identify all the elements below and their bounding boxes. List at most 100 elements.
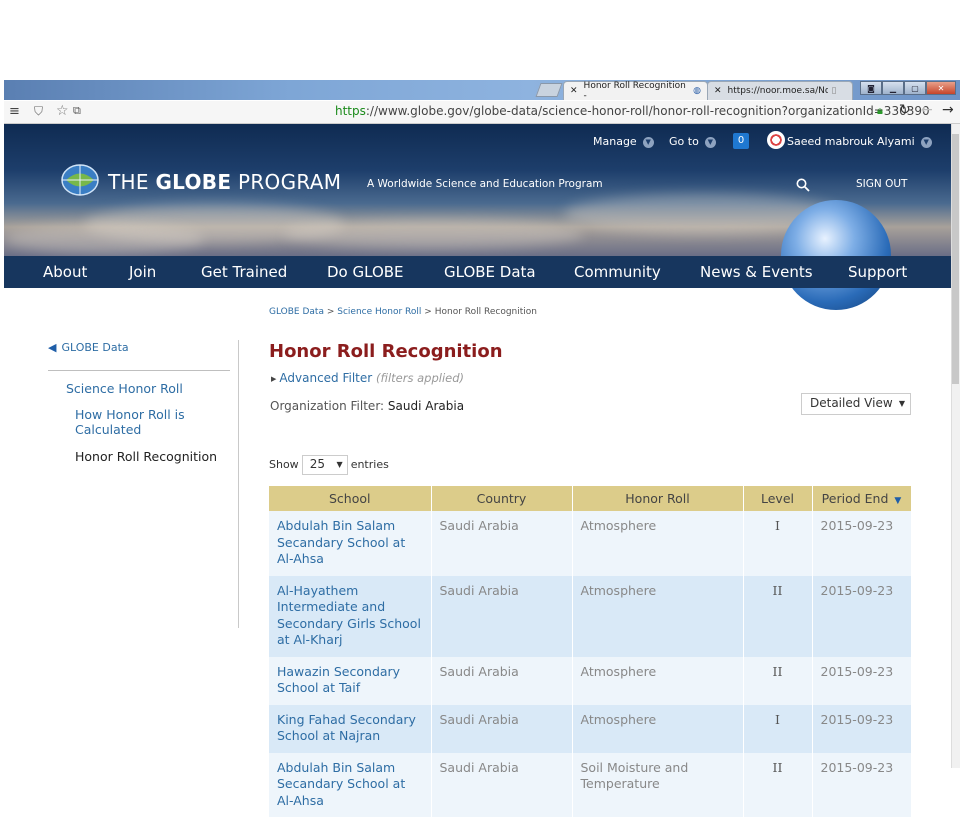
url-scheme: https <box>335 104 366 118</box>
advanced-filter-toggle[interactable]: ▶Advanced Filter (filters applied) <box>271 371 464 385</box>
org-filter-value: Saudi Arabia <box>388 399 464 413</box>
level-cell: I <box>743 705 812 753</box>
forward-arrow-icon[interactable]: → <box>942 102 954 118</box>
school-cell[interactable]: Abdulah Bin Salam Secandary School at Al… <box>269 511 431 576</box>
star-icon[interactable]: ☆ <box>56 103 69 119</box>
breadcrumb-science-honor-roll[interactable]: Science Honor Roll <box>337 307 421 317</box>
nav-globe-data[interactable]: GLOBE Data <box>444 263 536 281</box>
site-logo-text[interactable]: THE GLOBE PROGRAM <box>108 170 341 194</box>
user-name: Saeed mabrouk Alyami <box>787 135 915 148</box>
site-tagline: A Worldwide Science and Education Progra… <box>367 178 603 190</box>
globe-favicon-icon: ◍ <box>693 86 701 96</box>
page-length-control: Show25▼entries <box>269 455 389 475</box>
table-row: King Fahad Secondary School at Najran Sa… <box>269 705 911 753</box>
page-size-select[interactable]: 25 ▼ <box>302 455 348 475</box>
period-end-cell: 2015-09-23 <box>812 576 911 657</box>
logo-suffix: PROGRAM <box>231 170 341 194</box>
goto-menu[interactable]: Go to▼ <box>669 135 716 148</box>
back-arrow-icon[interactable]: ← <box>921 102 933 118</box>
tab-noor[interactable]: ✕ https://noor.moe.sa/Noor ▯ <box>707 81 853 100</box>
school-cell[interactable]: Al-Hayathem Intermediate and Secondary G… <box>269 576 431 657</box>
dropdown-arrow-icon: ▼ <box>899 399 905 408</box>
url-field[interactable]: https://www.globe.gov/globe-data/science… <box>335 104 930 118</box>
period-end-cell: 2015-09-23 <box>812 753 911 817</box>
breadcrumb-separator: > <box>327 307 335 317</box>
column-header-country[interactable]: Country <box>431 486 572 511</box>
manage-menu[interactable]: Manage▼ <box>593 135 654 148</box>
column-header-school[interactable]: School <box>269 486 431 511</box>
sign-out-link[interactable]: SIGN OUT <box>856 178 907 190</box>
sidebar-back-label: GLOBE Data <box>61 341 128 354</box>
honor-roll-table: School Country Honor Roll Level Period E… <box>269 486 912 817</box>
tab-label: https://noor.moe.sa/Noor <box>728 86 828 96</box>
sidebar-back-link[interactable]: ◀GLOBE Data <box>48 341 129 354</box>
user-profile-button[interactable]: ◙ <box>860 81 882 95</box>
column-header-honor-roll[interactable]: Honor Roll <box>572 486 743 511</box>
lock-icon: 🔒︎ <box>877 104 883 118</box>
country-cell: Saudi Arabia <box>431 657 572 705</box>
honor-roll-cell: Soil Moisture and Temperature <box>572 753 743 817</box>
avatar[interactable] <box>767 131 785 149</box>
sort-desc-icon: ▼ <box>894 496 901 506</box>
view-select-value: Detailed View <box>810 396 893 410</box>
shield-icon[interactable]: ⛉ <box>34 104 43 119</box>
close-tab-icon[interactable]: ✕ <box>570 86 578 96</box>
globe-logo-icon[interactable] <box>60 163 100 197</box>
breadcrumb-current: Honor Roll Recognition <box>435 307 537 317</box>
manage-label: Manage <box>593 135 637 148</box>
advanced-filter-label: Advanced Filter <box>279 371 372 385</box>
school-cell[interactable]: Abdulah Bin Salam Secandary School at Al… <box>269 753 431 817</box>
globe-image <box>781 200 891 310</box>
sidebar-item-science-honor-roll[interactable]: Science Honor Roll <box>66 381 183 396</box>
school-cell[interactable]: Hawazin Secondary School at Taif <box>269 657 431 705</box>
sidebar-item-how-calculated[interactable]: How Honor Roll is Calculated <box>75 407 205 437</box>
breadcrumb-separator: > <box>424 307 432 317</box>
nav-get-trained[interactable]: Get Trained <box>201 263 287 281</box>
honor-roll-cell: Atmosphere <box>572 576 743 657</box>
dropdown-arrow-icon: ▼ <box>337 460 343 469</box>
table-row: Al-Hayathem Intermediate and Secondary G… <box>269 576 911 657</box>
close-tab-icon[interactable]: ✕ <box>714 86 722 96</box>
notification-badge[interactable]: 0 <box>733 133 749 149</box>
sidebar-item-honor-roll-recognition[interactable]: Honor Roll Recognition <box>75 449 217 464</box>
table-row: Abdulah Bin Salam Secandary School at Al… <box>269 753 911 817</box>
school-cell[interactable]: King Fahad Secondary School at Najran <box>269 705 431 753</box>
nav-news-events[interactable]: News & Events <box>700 263 813 281</box>
nav-support[interactable]: Support <box>848 263 907 281</box>
nav-about[interactable]: About <box>43 263 87 281</box>
triangle-right-icon: ▶ <box>271 375 276 383</box>
organization-filter: Organization Filter: Saudi Arabia <box>270 399 464 413</box>
nav-join[interactable]: Join <box>129 263 156 281</box>
view-select[interactable]: Detailed View ▼ <box>801 393 911 415</box>
period-end-cell: 2015-09-23 <box>812 657 911 705</box>
period-end-label: Period End <box>822 491 889 506</box>
period-end-cell: 2015-09-23 <box>812 705 911 753</box>
logo-prefix: THE <box>108 170 155 194</box>
menu-icon[interactable]: ≡ <box>9 104 20 119</box>
country-cell: Saudi Arabia <box>431 753 572 817</box>
country-cell: Saudi Arabia <box>431 705 572 753</box>
table-header-row: School Country Honor Roll Level Period E… <box>269 486 911 511</box>
extension-icon[interactable]: ⧉ <box>73 104 81 118</box>
breadcrumb-globe-data[interactable]: GLOBE Data <box>269 307 324 317</box>
nav-community[interactable]: Community <box>574 263 661 281</box>
window-close-button[interactable]: ✕ <box>926 81 956 95</box>
column-header-period-end[interactable]: Period End ▼ <box>812 486 911 511</box>
user-menu[interactable]: Saeed mabrouk Alyami ▼ <box>787 135 932 148</box>
honor-roll-cell: Atmosphere <box>572 657 743 705</box>
minimize-button[interactable]: ▁ <box>882 81 904 95</box>
scrollbar-thumb[interactable] <box>952 134 959 384</box>
maximize-button[interactable]: ▢ <box>904 81 926 95</box>
reload-icon[interactable]: ↻ <box>899 102 911 118</box>
entries-label: entries <box>351 458 389 471</box>
nav-do-globe[interactable]: Do GLOBE <box>327 263 404 281</box>
chevron-down-icon: ▼ <box>921 137 932 148</box>
page-favicon-icon: ▯ <box>832 86 837 96</box>
page-size-value: 25 <box>310 457 325 471</box>
column-header-level[interactable]: Level <box>743 486 812 511</box>
org-filter-label: Organization Filter: <box>270 399 384 413</box>
tab-honor-roll[interactable]: ✕ Honor Roll Recognition - ◍ <box>563 81 708 100</box>
search-icon[interactable] <box>796 178 810 192</box>
honor-roll-cell: Atmosphere <box>572 511 743 576</box>
level-cell: II <box>743 576 812 657</box>
